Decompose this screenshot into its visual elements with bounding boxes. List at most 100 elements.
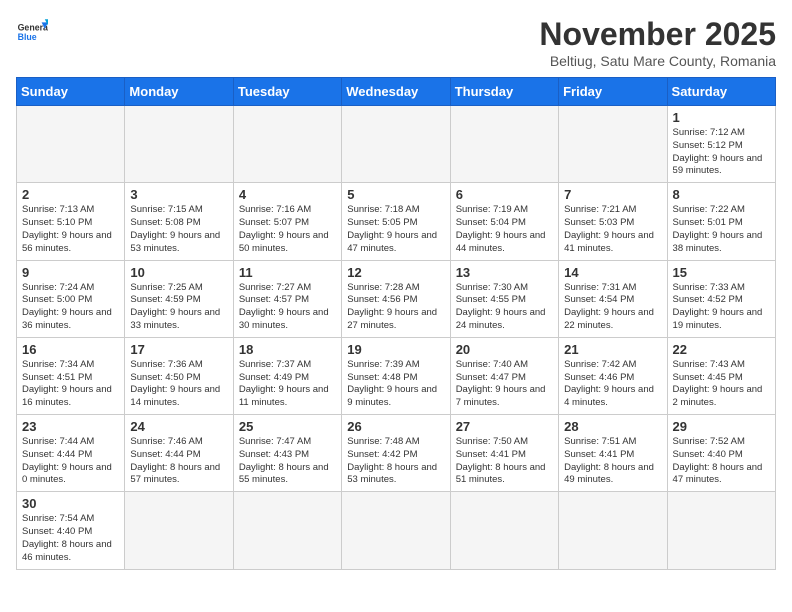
day-info: Sunrise: 7:25 AM Sunset: 4:59 PM Dayligh… <box>130 282 227 333</box>
day-number: 13 <box>456 265 553 280</box>
location-subtitle: Beltiug, Satu Mare County, Romania <box>539 53 776 69</box>
month-title: November 2025 <box>539 16 776 53</box>
day-number: 23 <box>22 419 119 434</box>
title-block: November 2025 Beltiug, Satu Mare County,… <box>539 16 776 69</box>
weekday-header-monday: Monday <box>125 78 233 106</box>
weekday-header-tuesday: Tuesday <box>233 78 341 106</box>
day-number: 1 <box>673 110 770 125</box>
calendar-cell <box>17 106 125 183</box>
day-info: Sunrise: 7:37 AM Sunset: 4:49 PM Dayligh… <box>239 359 336 410</box>
day-number: 24 <box>130 419 227 434</box>
week-row-4: 23 Sunrise: 7:44 AM Sunset: 4:44 PM Dayli… <box>17 415 776 492</box>
day-number: 4 <box>239 187 336 202</box>
day-info: Sunrise: 7:42 AM Sunset: 4:46 PM Dayligh… <box>564 359 661 410</box>
weekday-header-thursday: Thursday <box>450 78 558 106</box>
day-info: Sunrise: 7:43 AM Sunset: 4:45 PM Dayligh… <box>673 359 770 410</box>
calendar-cell: 5 Sunrise: 7:18 AM Sunset: 5:05 PM Daylig… <box>342 183 450 260</box>
day-number: 2 <box>22 187 119 202</box>
day-number: 20 <box>456 342 553 357</box>
day-number: 14 <box>564 265 661 280</box>
calendar-cell: 30Sunrise: 7:54 AM Sunset: 4:40 PM Dayli… <box>17 492 125 569</box>
calendar-cell: 19 Sunrise: 7:39 AM Sunset: 4:48 PM Dayli… <box>342 337 450 414</box>
calendar-cell <box>450 106 558 183</box>
week-row-2: 9 Sunrise: 7:24 AM Sunset: 5:00 PM Daylig… <box>17 260 776 337</box>
day-number: 29 <box>673 419 770 434</box>
day-info: Sunrise: 7:54 AM Sunset: 4:40 PM Dayligh… <box>22 513 119 564</box>
day-info: Sunrise: 7:21 AM Sunset: 5:03 PM Dayligh… <box>564 204 661 255</box>
day-info: Sunrise: 7:50 AM Sunset: 4:41 PM Dayligh… <box>456 436 553 487</box>
calendar-cell: 25Sunrise: 7:47 AM Sunset: 4:43 PM Dayli… <box>233 415 341 492</box>
calendar-cell: 6Sunrise: 7:19 AM Sunset: 5:04 PM Daylig… <box>450 183 558 260</box>
page-header: General Blue November 2025 Beltiug, Satu… <box>16 16 776 69</box>
calendar-table: SundayMondayTuesdayWednesdayThursdayFrid… <box>16 77 776 570</box>
day-info: Sunrise: 7:19 AM Sunset: 5:04 PM Dayligh… <box>456 204 553 255</box>
day-info: Sunrise: 7:18 AM Sunset: 5:05 PM Dayligh… <box>347 204 444 255</box>
day-number: 10 <box>130 265 227 280</box>
calendar-cell: 15 Sunrise: 7:33 AM Sunset: 4:52 PM Dayli… <box>667 260 775 337</box>
day-number: 19 <box>347 342 444 357</box>
day-info: Sunrise: 7:13 AM Sunset: 5:10 PM Dayligh… <box>22 204 119 255</box>
calendar-cell: 29 Sunrise: 7:52 AM Sunset: 4:40 PM Dayli… <box>667 415 775 492</box>
day-info: Sunrise: 7:16 AM Sunset: 5:07 PM Dayligh… <box>239 204 336 255</box>
calendar-cell: 27 Sunrise: 7:50 AM Sunset: 4:41 PM Dayli… <box>450 415 558 492</box>
day-number: 12 <box>347 265 444 280</box>
weekday-header-row: SundayMondayTuesdayWednesdayThursdayFrid… <box>17 78 776 106</box>
day-number: 11 <box>239 265 336 280</box>
calendar-cell <box>667 492 775 569</box>
calendar-cell: 22 Sunrise: 7:43 AM Sunset: 4:45 PM Dayli… <box>667 337 775 414</box>
day-number: 9 <box>22 265 119 280</box>
day-info: Sunrise: 7:34 AM Sunset: 4:51 PM Dayligh… <box>22 359 119 410</box>
day-info: Sunrise: 7:52 AM Sunset: 4:40 PM Dayligh… <box>673 436 770 487</box>
calendar-cell: 21 Sunrise: 7:42 AM Sunset: 4:46 PM Dayli… <box>559 337 667 414</box>
calendar-cell <box>233 106 341 183</box>
day-info: Sunrise: 7:15 AM Sunset: 5:08 PM Dayligh… <box>130 204 227 255</box>
day-info: Sunrise: 7:36 AM Sunset: 4:50 PM Dayligh… <box>130 359 227 410</box>
calendar-cell: 23 Sunrise: 7:44 AM Sunset: 4:44 PM Dayli… <box>17 415 125 492</box>
calendar-cell: 13Sunrise: 7:30 AM Sunset: 4:55 PM Dayli… <box>450 260 558 337</box>
calendar-cell: 4 Sunrise: 7:16 AM Sunset: 5:07 PM Daylig… <box>233 183 341 260</box>
day-info: Sunrise: 7:48 AM Sunset: 4:42 PM Dayligh… <box>347 436 444 487</box>
day-info: Sunrise: 7:40 AM Sunset: 4:47 PM Dayligh… <box>456 359 553 410</box>
day-number: 5 <box>347 187 444 202</box>
day-info: Sunrise: 7:24 AM Sunset: 5:00 PM Dayligh… <box>22 282 119 333</box>
day-info: Sunrise: 7:47 AM Sunset: 4:43 PM Dayligh… <box>239 436 336 487</box>
calendar-cell: 12 Sunrise: 7:28 AM Sunset: 4:56 PM Dayli… <box>342 260 450 337</box>
calendar-cell: 18 Sunrise: 7:37 AM Sunset: 4:49 PM Dayli… <box>233 337 341 414</box>
day-info: Sunrise: 7:28 AM Sunset: 4:56 PM Dayligh… <box>347 282 444 333</box>
day-number: 3 <box>130 187 227 202</box>
week-row-3: 16 Sunrise: 7:34 AM Sunset: 4:51 PM Dayli… <box>17 337 776 414</box>
calendar-cell <box>342 492 450 569</box>
calendar-cell <box>125 492 233 569</box>
day-info: Sunrise: 7:44 AM Sunset: 4:44 PM Dayligh… <box>22 436 119 487</box>
day-number: 15 <box>673 265 770 280</box>
day-info: Sunrise: 7:33 AM Sunset: 4:52 PM Dayligh… <box>673 282 770 333</box>
week-row-5: 30Sunrise: 7:54 AM Sunset: 4:40 PM Dayli… <box>17 492 776 569</box>
day-number: 18 <box>239 342 336 357</box>
day-info: Sunrise: 7:51 AM Sunset: 4:41 PM Dayligh… <box>564 436 661 487</box>
calendar-cell: 14Sunrise: 7:31 AM Sunset: 4:54 PM Dayli… <box>559 260 667 337</box>
calendar-cell: 11 Sunrise: 7:27 AM Sunset: 4:57 PM Dayli… <box>233 260 341 337</box>
day-number: 17 <box>130 342 227 357</box>
calendar-cell: 17 Sunrise: 7:36 AM Sunset: 4:50 PM Dayli… <box>125 337 233 414</box>
calendar-cell: 10 Sunrise: 7:25 AM Sunset: 4:59 PM Dayli… <box>125 260 233 337</box>
day-number: 21 <box>564 342 661 357</box>
day-number: 22 <box>673 342 770 357</box>
calendar-cell: 3 Sunrise: 7:15 AM Sunset: 5:08 PM Daylig… <box>125 183 233 260</box>
week-row-0: 1Sunrise: 7:12 AM Sunset: 5:12 PM Daylig… <box>17 106 776 183</box>
calendar-cell <box>342 106 450 183</box>
svg-text:Blue: Blue <box>18 32 37 42</box>
day-info: Sunrise: 7:46 AM Sunset: 4:44 PM Dayligh… <box>130 436 227 487</box>
calendar-cell: 9 Sunrise: 7:24 AM Sunset: 5:00 PM Daylig… <box>17 260 125 337</box>
day-number: 26 <box>347 419 444 434</box>
logo-icon: General Blue <box>16 16 48 48</box>
day-info: Sunrise: 7:22 AM Sunset: 5:01 PM Dayligh… <box>673 204 770 255</box>
day-info: Sunrise: 7:27 AM Sunset: 4:57 PM Dayligh… <box>239 282 336 333</box>
day-number: 16 <box>22 342 119 357</box>
day-number: 27 <box>456 419 553 434</box>
calendar-cell: 1Sunrise: 7:12 AM Sunset: 5:12 PM Daylig… <box>667 106 775 183</box>
weekday-header-saturday: Saturday <box>667 78 775 106</box>
calendar-cell <box>559 106 667 183</box>
weekday-header-wednesday: Wednesday <box>342 78 450 106</box>
calendar-cell <box>450 492 558 569</box>
day-info: Sunrise: 7:39 AM Sunset: 4:48 PM Dayligh… <box>347 359 444 410</box>
